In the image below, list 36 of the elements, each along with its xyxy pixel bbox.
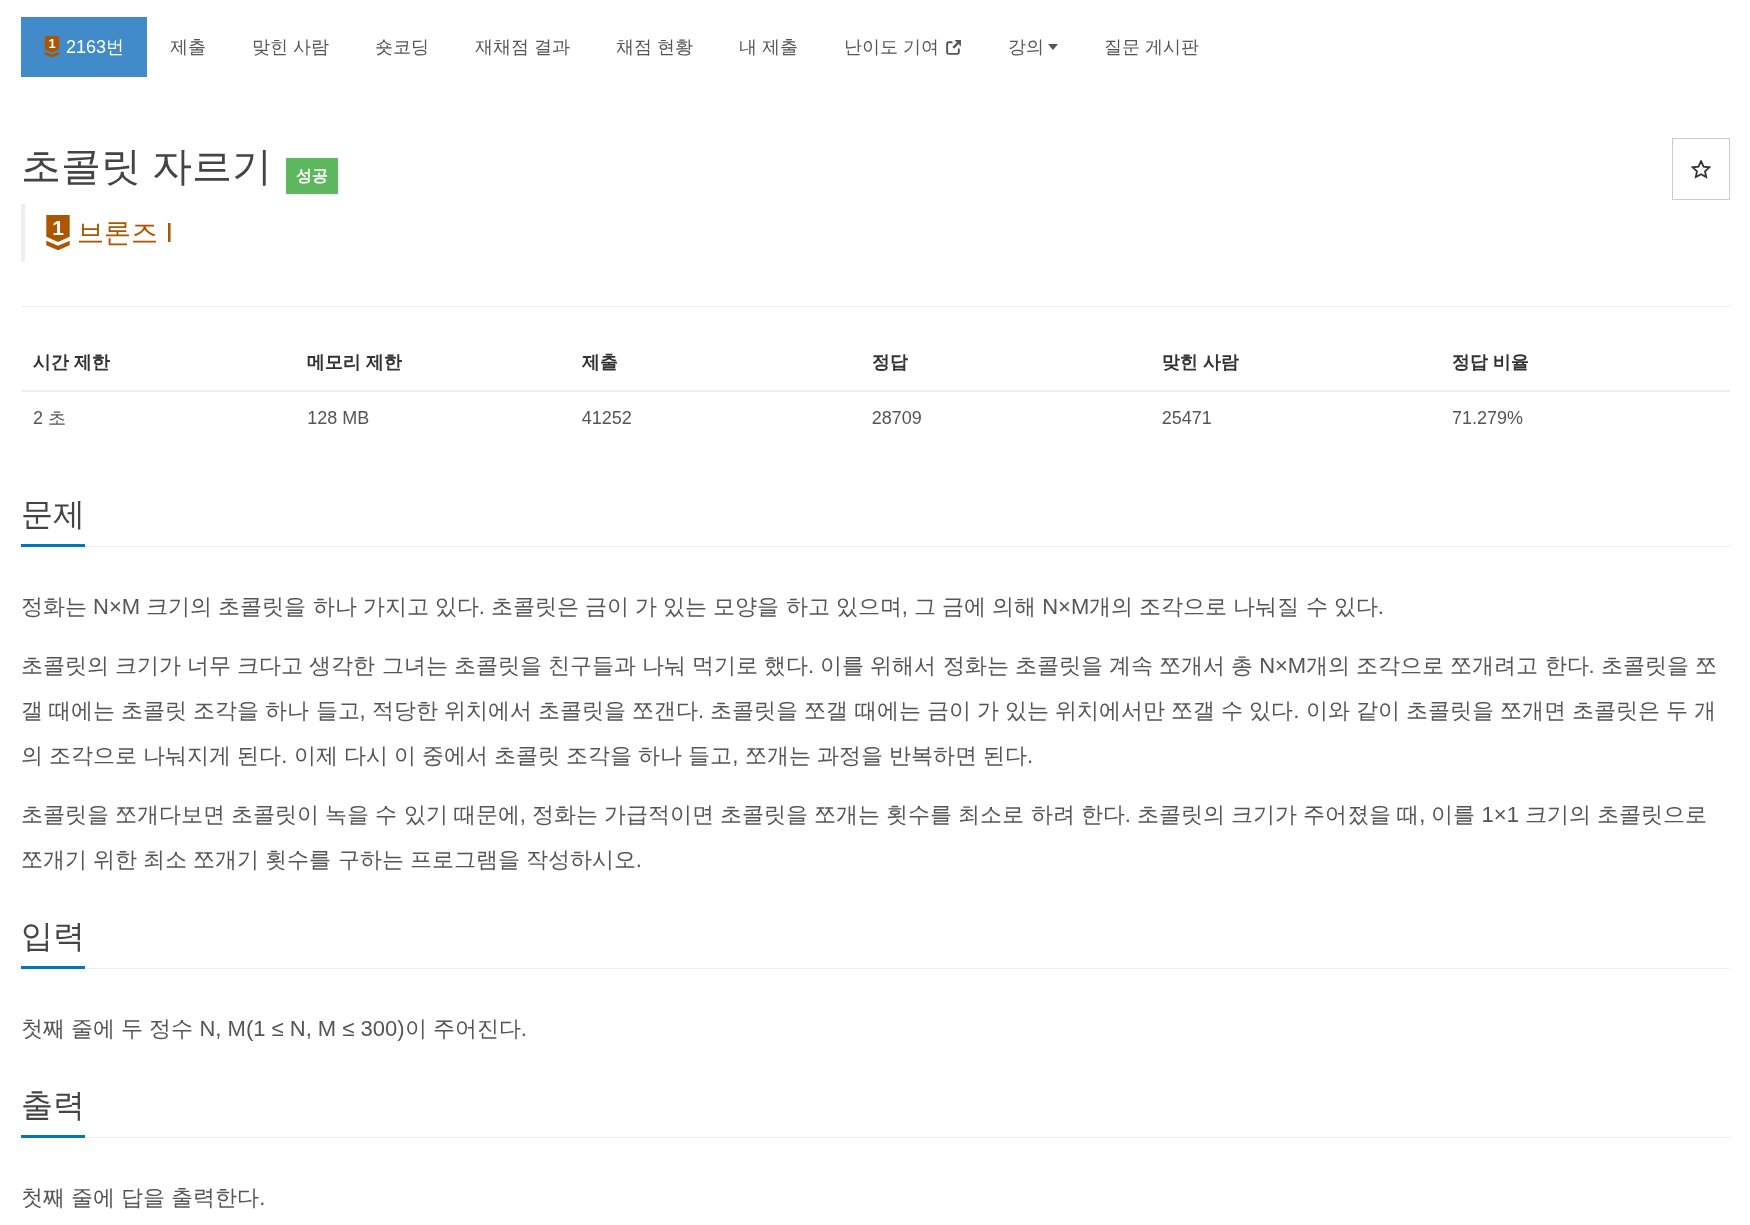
table-cell: 128 MB — [295, 391, 570, 444]
paragraph: 초콜릿의 크기가 너무 크다고 생각한 그녀는 초콜릿을 친구들과 나눠 먹기로 했다. 이를 위해서 정화는 초콜릿을 계속 쪼개서 총 N×M개의 조각으로 쪼개려고 한다. 초콜릿을 쪼갤 때에는 초콜릿 조각을 하나 들고, 적당한 위치에서 초콜릿을 쪼갠다. 초콜릿을 쪼갤 때에는 금이 가 있는 위치에서만 쪼갤 수 있다. 이와 같이 초콜릿을 쪼개면 초콜릿은 두 개의 조각으로 나눠지게 된다. 이제 다시 이 중에서 초콜릿 조각을 하나 들고, 쪼개는 과정을 반복하면 된다. — [21, 652, 1718, 770]
table-cell: 2 초 — [21, 391, 296, 444]
nav-tab[interactable]: 강의 — [985, 17, 1082, 77]
table-cell: 25471 — [1149, 391, 1440, 444]
nav-tab[interactable]: 1 2163번 — [21, 17, 148, 77]
star-button[interactable] — [1672, 138, 1730, 200]
result-label: 성공 — [286, 158, 339, 194]
section-heading: 문제 — [21, 494, 85, 547]
problem-title: 초콜릿 자르기 — [21, 143, 273, 190]
column-header: 맞힌 사람 — [1149, 334, 1440, 391]
nav-tab[interactable]: 질문 게시판 — [1081, 17, 1223, 77]
column-header: 정답 비율 — [1439, 334, 1730, 391]
column-header: 메모리 제한 — [295, 334, 570, 391]
tier-name[interactable]: 브론즈 I — [77, 215, 173, 251]
paragraph: 첫째 줄에 답을 출력한다. — [21, 1184, 267, 1212]
nav-tab[interactable]: 채점 현황 — [593, 17, 717, 77]
nav-tab[interactable]: 재채점 결과 — [452, 17, 594, 77]
column-header: 정답 — [859, 334, 1150, 391]
section-heading: 출력 — [21, 1085, 85, 1138]
table-cell: 71.279% — [1439, 391, 1730, 444]
external-link-icon — [945, 38, 963, 56]
column-header: 제출 — [569, 334, 860, 391]
nav-tab[interactable]: 맞힌 사람 — [229, 17, 353, 77]
caret-icon — [1048, 44, 1059, 50]
table-cell: 41252 — [569, 391, 860, 444]
table-cell: 28709 — [859, 391, 1150, 444]
column-header: 시간 제한 — [21, 334, 296, 391]
section-heading: 입력 — [21, 916, 85, 969]
paragraph: 초콜릿을 쪼개다보면 초콜릿이 녹을 수 있기 때문에, 정화는 가급적이면 초콜릿을 쪼개는 횟수를 최소로 하려 한다. 초콜릿의 크기가 주어졌을 때, 이를 1×1 크기의 초콜릿으로 쪼개기 위한 최소 쪼개기 횟수를 구하는 프로그램을 작성하시오. — [21, 801, 1709, 874]
nav-tab[interactable]: 제출 — [147, 17, 230, 77]
nav-tab[interactable]: 숏코딩 — [352, 17, 453, 77]
paragraph: 첫째 줄에 두 정수 N, M(1 ≤ N, M ≤ 300)이 주어진다. — [21, 1015, 528, 1043]
paragraph: 정화는 N×M 크기의 초콜릿을 하나 가지고 있다. 초콜릿은 금이 가 있는 모양을 하고 있으며, 그 금에 의해 N×M개의 조각으로 나눠질 수 있다. — [21, 593, 1385, 621]
nav-tab[interactable]: 내 제출 — [716, 17, 822, 77]
nav-tab[interactable]: 난이도 기여 — [821, 17, 986, 77]
